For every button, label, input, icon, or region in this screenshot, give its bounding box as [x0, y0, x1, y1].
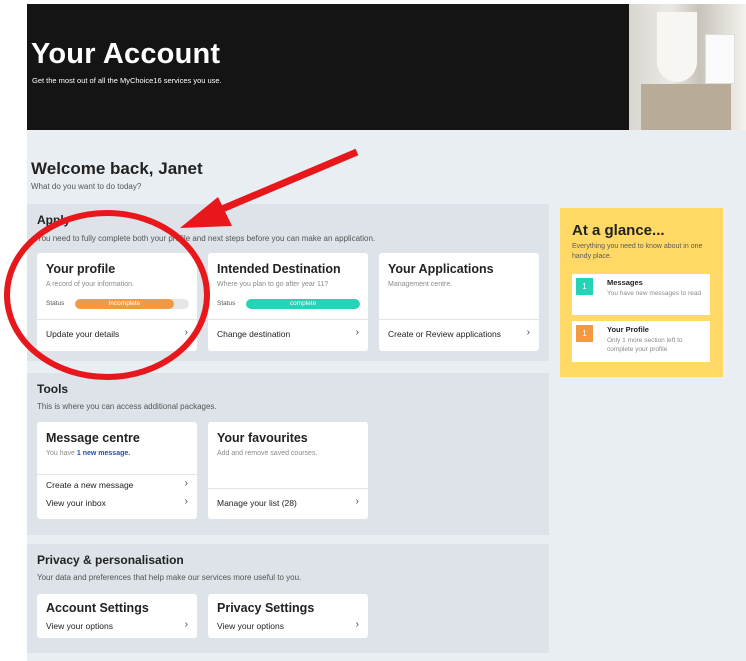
- glance-messages-title: Messages: [607, 278, 643, 287]
- chevron-right-icon[interactable]: ›: [185, 496, 188, 507]
- message-centre-desc: You have 1 new message.: [46, 450, 130, 457]
- glance-profile-title: Your Profile: [607, 325, 649, 334]
- message-centre-card: Message centre You have 1 new message. C…: [37, 422, 197, 519]
- account-options-link[interactable]: View your options: [46, 621, 113, 631]
- glance-profile-desc: Only 1 more section left to complete you…: [607, 337, 683, 353]
- chevron-right-icon[interactable]: ›: [185, 327, 188, 338]
- apply-panel: Apply You need to fully complete both yo…: [27, 204, 549, 361]
- glance-subtitle: Everything you need to know about in one…: [572, 243, 703, 260]
- chevron-right-icon[interactable]: ›: [185, 478, 188, 489]
- destination-card: Intended Destination Where you plan to g…: [208, 253, 368, 351]
- hero-photo: [629, 4, 746, 130]
- account-page: Your Account Get the most out of all the…: [27, 4, 746, 661]
- message-centre-title: Message centre: [46, 431, 140, 445]
- privacy-settings-title: Privacy Settings: [217, 601, 315, 615]
- hero-subtitle: Get the most out of all the MyChoice16 s…: [32, 76, 222, 85]
- manage-list-link[interactable]: Manage your list (28): [217, 498, 297, 508]
- applications-card: Your Applications Management centre. Cre…: [379, 253, 539, 351]
- applications-card-desc: Management centre.: [388, 281, 453, 288]
- paper-shape: [705, 34, 735, 84]
- change-destination-link[interactable]: Change destination: [217, 329, 290, 339]
- view-inbox-link[interactable]: View your inbox: [46, 498, 106, 508]
- tools-title: Tools: [37, 382, 69, 396]
- lamp-shape: [657, 12, 697, 82]
- destination-status-label: Status: [217, 300, 236, 307]
- privacy-options-link[interactable]: View your options: [217, 621, 284, 631]
- glance-title: At a glance...: [572, 222, 665, 239]
- page-title: Your Account: [31, 38, 221, 70]
- update-details-link[interactable]: Update your details: [46, 329, 119, 339]
- glance-messages-desc: You have new messages to read: [607, 290, 702, 297]
- desk-shape: [641, 84, 731, 130]
- apply-title: Apply: [37, 213, 71, 227]
- destination-card-title: Intended Destination: [217, 262, 341, 276]
- divider: [208, 319, 368, 320]
- message-desc-prefix: You have: [46, 450, 75, 457]
- divider: [208, 488, 368, 489]
- divider: [37, 474, 197, 475]
- glance-messages-item[interactable]: 1 Messages You have new messages to read: [572, 274, 710, 315]
- applications-card-title: Your Applications: [388, 262, 494, 276]
- new-message-link[interactable]: 1 new message.: [77, 450, 130, 457]
- destination-status-fill: complete: [246, 299, 360, 309]
- divider: [379, 319, 539, 320]
- create-message-link[interactable]: Create a new message: [46, 480, 133, 490]
- profile-card-title: Your profile: [46, 262, 116, 276]
- profile-card-desc: A record of your information.: [46, 281, 134, 288]
- messages-count-badge: 1: [576, 278, 593, 295]
- at-a-glance-panel: At a glance... Everything you need to kn…: [560, 208, 723, 377]
- welcome-title: Welcome back, Janet: [31, 159, 203, 178]
- favourites-desc: Add and remove saved courses.: [217, 450, 318, 457]
- chevron-right-icon[interactable]: ›: [356, 496, 359, 507]
- profile-count-badge: 1: [576, 325, 593, 342]
- profile-status-label: Status: [46, 300, 65, 307]
- favourites-title: Your favourites: [217, 431, 308, 445]
- welcome-subtitle: What do you want to do today?: [31, 182, 142, 191]
- favourites-card: Your favourites Add and remove saved cou…: [208, 422, 368, 519]
- divider: [37, 319, 197, 320]
- chevron-right-icon[interactable]: ›: [356, 619, 359, 630]
- destination-status-bar: complete: [246, 299, 360, 309]
- glance-profile-item[interactable]: 1 Your Profile Only 1 more section left …: [572, 321, 710, 362]
- destination-card-desc: Where you plan to go after year 11?: [217, 281, 329, 288]
- profile-status-fill: incomplete: [75, 299, 175, 309]
- privacy-settings-card[interactable]: Privacy Settings View your options ›: [208, 594, 368, 638]
- chevron-right-icon[interactable]: ›: [527, 327, 530, 338]
- tools-subtitle: This is where you can access additional …: [37, 402, 217, 411]
- privacy-subtitle: Your data and preferences that help make…: [37, 573, 302, 582]
- chevron-right-icon[interactable]: ›: [185, 619, 188, 630]
- chevron-right-icon[interactable]: ›: [356, 327, 359, 338]
- privacy-title: Privacy & personalisation: [37, 553, 184, 567]
- profile-card: Your profile A record of your informatio…: [37, 253, 197, 351]
- profile-status-bar: incomplete: [75, 299, 189, 309]
- tools-panel: Tools This is where you can access addit…: [27, 373, 549, 535]
- apply-subtitle: You need to fully complete both your pro…: [37, 234, 376, 243]
- hero-banner: Your Account Get the most out of all the…: [27, 4, 746, 130]
- account-settings-title: Account Settings: [46, 601, 149, 615]
- account-settings-card[interactable]: Account Settings View your options ›: [37, 594, 197, 638]
- privacy-panel: Privacy & personalisation Your data and …: [27, 544, 549, 653]
- review-applications-link[interactable]: Create or Review applications: [388, 329, 501, 339]
